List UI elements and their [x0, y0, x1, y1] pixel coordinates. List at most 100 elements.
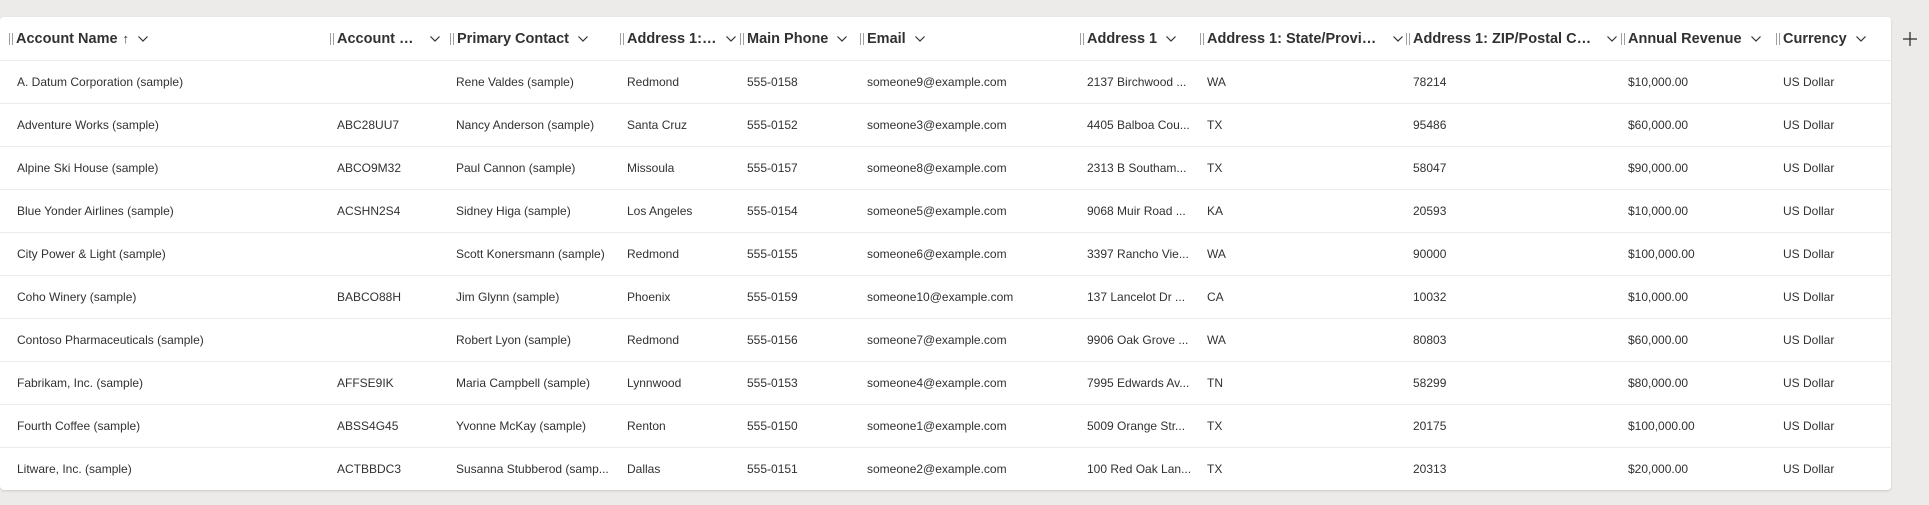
cell-main-phone[interactable]: 555-0150 [747, 405, 857, 447]
column-grip-icon[interactable] [9, 33, 13, 45]
table-row[interactable]: Adventure Works (sample) ABC28UU7 Nancy An… [0, 104, 1891, 147]
column-grip-icon[interactable] [860, 33, 864, 45]
table-row[interactable]: Coho Winery (sample) BABCO88H Jim Glynn (s… [0, 276, 1891, 319]
cell-city: Los Angeles [627, 204, 693, 218]
chevron-down-icon[interactable] [835, 32, 849, 46]
table-row[interactable]: Litware, Inc. (sample) ACTBBDC3 Susanna St… [0, 448, 1891, 490]
cell-main-phone[interactable]: 555-0157 [747, 147, 857, 189]
cell-account-name[interactable]: Coho Winery (sample) [17, 276, 317, 318]
column-header-primary-contact[interactable]: Primary Contact [450, 17, 615, 60]
chevron-down-icon[interactable] [1391, 32, 1405, 46]
chevron-down-icon[interactable] [576, 32, 590, 46]
cell-primary-contact[interactable]: Rene Valdes (sample) [456, 61, 616, 103]
column-header-annual-revenue[interactable]: Annual Revenue [1621, 17, 1776, 60]
column-grip-icon[interactable] [1080, 33, 1084, 45]
column-header-address1[interactable]: Address 1 [1080, 17, 1196, 60]
cell-primary-contact[interactable]: Yvonne McKay (sample) [456, 405, 616, 447]
cell-primary-contact[interactable]: Nancy Anderson (sample) [456, 104, 616, 146]
cell-email[interactable]: someone7@example.com [867, 319, 1077, 361]
cell-email[interactable]: someone8@example.com [867, 147, 1077, 189]
chevron-down-icon[interactable] [1164, 32, 1178, 46]
cell-main-phone[interactable]: 555-0159 [747, 276, 857, 318]
cell-primary-contact[interactable]: Paul Cannon (sample) [456, 147, 616, 189]
table-row[interactable]: Contoso Pharmaceuticals (sample) Robert L… [0, 319, 1891, 362]
cell-account-name[interactable]: Fabrikam, Inc. (sample) [17, 362, 317, 404]
cell-annual-revenue: $100,000.00 [1628, 419, 1695, 433]
cell-email[interactable]: someone3@example.com [867, 104, 1077, 146]
cell-email[interactable]: someone5@example.com [867, 190, 1077, 232]
chevron-down-icon[interactable] [1749, 32, 1763, 46]
table-row[interactable]: A. Datum Corporation (sample) Rene Valdes… [0, 61, 1891, 104]
cell-main-phone[interactable]: 555-0158 [747, 61, 857, 103]
chevron-down-icon[interactable] [913, 32, 927, 46]
cell-primary-contact[interactable]: Maria Campbell (sample) [456, 362, 616, 404]
column-grip-icon[interactable] [450, 33, 454, 45]
cell-main-phone[interactable]: 555-0154 [747, 190, 857, 232]
cell-email[interactable]: someone4@example.com [867, 362, 1077, 404]
cell-account-name[interactable]: Alpine Ski House (sample) [17, 147, 317, 189]
column-grip-icon[interactable] [1406, 33, 1410, 45]
cell-account-name[interactable]: A. Datum Corporation (sample) [17, 61, 317, 103]
column-header-account-name[interactable]: Account Name ↑ [9, 17, 329, 60]
cell-email[interactable]: someone9@example.com [867, 61, 1077, 103]
cell-zip: 80803 [1413, 333, 1447, 347]
cell-account-name[interactable]: Blue Yonder Airlines (sample) [17, 190, 317, 232]
cell-main-phone[interactable]: 555-0156 [747, 319, 857, 361]
table-row[interactable]: Fabrikam, Inc. (sample) AFFSE9IK Maria Cam… [0, 362, 1891, 405]
column-grip-icon[interactable] [1621, 33, 1625, 45]
cell-main-phone[interactable]: 555-0151 [747, 448, 857, 490]
column-header-state[interactable]: Address 1: State/Province [1200, 17, 1405, 60]
cell-account-name[interactable]: Adventure Works (sample) [17, 104, 317, 146]
chevron-down-icon[interactable] [1605, 32, 1619, 46]
cell-primary-contact[interactable]: Sidney Higa (sample) [456, 190, 616, 232]
cell-main-phone[interactable]: 555-0153 [747, 362, 857, 404]
cell-account-name[interactable]: Fourth Coffee (sample) [17, 405, 317, 447]
cell-state: CA [1207, 290, 1224, 304]
column-grip-icon[interactable] [1776, 33, 1780, 45]
chevron-down-icon[interactable] [724, 32, 738, 46]
cell-email[interactable]: someone2@example.com [867, 448, 1077, 490]
column-header-zip[interactable]: Address 1: ZIP/Postal Code [1406, 17, 1619, 60]
cell-primary-contact[interactable]: Susanna Stubberod (samp... [456, 448, 616, 490]
cell-city: Dallas [627, 462, 661, 476]
column-header-account-number[interactable]: Account N... [330, 17, 442, 60]
chevron-down-icon[interactable] [136, 32, 150, 46]
cell-primary-contact[interactable]: Scott Konersmann (sample) [456, 233, 616, 275]
cell-main-phone[interactable]: 555-0155 [747, 233, 857, 275]
column-header-main-phone[interactable]: Main Phone [740, 17, 860, 60]
cell-primary-contact[interactable]: Robert Lyon (sample) [456, 319, 616, 361]
cell-zip: 90000 [1413, 247, 1447, 261]
cell-email[interactable]: someone1@example.com [867, 405, 1077, 447]
cell-email[interactable]: someone6@example.com [867, 233, 1077, 275]
cell-address1: 3397 Rancho Vie... [1087, 247, 1189, 261]
cell-primary-contact[interactable]: Jim Glynn (sample) [456, 276, 616, 318]
cell-address1: 137 Lancelot Dr ... [1087, 290, 1186, 304]
cell-annual-revenue: $20,000.00 [1628, 462, 1689, 476]
add-column-button[interactable] [1891, 17, 1929, 60]
column-header-email[interactable]: Email [860, 17, 1075, 60]
cell-zip: 58047 [1413, 161, 1447, 175]
table-row[interactable]: Fourth Coffee (sample) ABSS4G45 Yvonne McK… [0, 405, 1891, 448]
column-header-label: Address 1 [1087, 30, 1158, 47]
cell-main-phone[interactable]: 555-0152 [747, 104, 857, 146]
column-grip-icon[interactable] [330, 33, 334, 45]
column-header-currency[interactable]: Currency [1776, 17, 1891, 60]
column-grip-icon[interactable] [620, 33, 624, 45]
cell-email[interactable]: someone10@example.com [867, 276, 1077, 318]
table-row[interactable]: Alpine Ski House (sample) ABCO9M32 Paul Ca… [0, 147, 1891, 190]
cell-account-name[interactable]: City Power & Light (sample) [17, 233, 317, 275]
column-grip-icon[interactable] [1200, 33, 1204, 45]
chevron-down-icon[interactable] [1854, 32, 1868, 46]
column-header-city[interactable]: Address 1: ... [620, 17, 738, 60]
cell-currency: US Dollar [1783, 161, 1835, 175]
table-row[interactable]: City Power & Light (sample) Scott Konersm… [0, 233, 1891, 276]
cell-address1: 5009 Orange Str... [1087, 419, 1186, 433]
cell-account-name[interactable]: Litware, Inc. (sample) [17, 448, 317, 490]
column-grip-icon[interactable] [740, 33, 744, 45]
chevron-down-icon[interactable] [428, 32, 442, 46]
cell-currency: US Dollar [1783, 75, 1835, 89]
cell-currency: US Dollar [1783, 419, 1835, 433]
cell-city: Lynnwood [627, 376, 682, 390]
cell-account-name[interactable]: Contoso Pharmaceuticals (sample) [17, 319, 317, 361]
table-row[interactable]: Blue Yonder Airlines (sample) ACSHN2S4 Sid… [0, 190, 1891, 233]
